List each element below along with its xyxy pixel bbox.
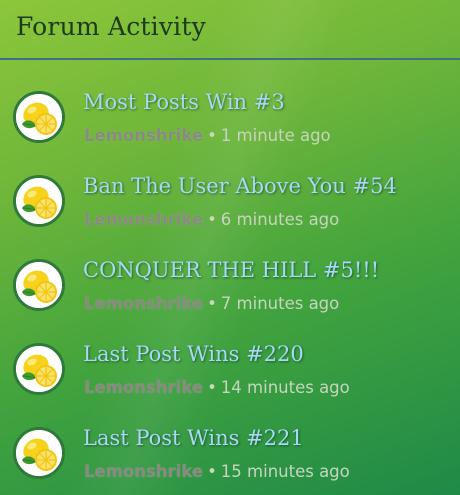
forum-activity-widget: Forum Activity Most Posts Win #3 Lemonsh… [0, 0, 460, 495]
post-meta: Lemonshrike • 15 minutes ago [84, 462, 350, 481]
lemon-icon [16, 94, 62, 140]
activity-list: Most Posts Win #3 Lemonshrike • 1 minute a… [0, 88, 460, 495]
activity-item: Last Post Wins #220 Lemonshrike • 14 minut… [0, 340, 460, 424]
user-avatar[interactable] [13, 427, 65, 479]
meta-separator: • [207, 294, 217, 313]
widget-header: Forum Activity [0, 0, 460, 60]
post-timestamp: 1 minute ago [220, 126, 331, 145]
thread-title-link[interactable]: Last Post Wins #220 [83, 342, 304, 366]
lemon-icon [16, 178, 62, 224]
post-timestamp: 7 minutes ago [220, 294, 340, 313]
username-link[interactable]: Lemonshrike [84, 462, 203, 481]
thread-title-link[interactable]: Ban The User Above You #54 [83, 174, 397, 198]
post-meta: Lemonshrike • 6 minutes ago [84, 210, 339, 229]
username-link[interactable]: Lemonshrike [84, 210, 203, 229]
activity-item: CONQUER THE HILL #5!!! Lemonshrike • 7 min… [0, 256, 460, 340]
user-avatar[interactable] [13, 343, 65, 395]
meta-separator: • [207, 126, 217, 145]
lemon-icon [16, 346, 62, 392]
activity-item: Most Posts Win #3 Lemonshrike • 1 minute a… [0, 88, 460, 172]
post-meta: Lemonshrike • 14 minutes ago [84, 378, 350, 397]
post-timestamp: 6 minutes ago [220, 210, 340, 229]
widget-title: Forum Activity [16, 12, 206, 41]
thread-title-link[interactable]: Most Posts Win #3 [83, 90, 285, 114]
activity-item: Last Post Wins #221 Lemonshrike • 15 minut… [0, 424, 460, 495]
user-avatar[interactable] [13, 91, 65, 143]
username-link[interactable]: Lemonshrike [84, 126, 203, 145]
post-meta: Lemonshrike • 7 minutes ago [84, 294, 339, 313]
username-link[interactable]: Lemonshrike [84, 378, 203, 397]
user-avatar[interactable] [13, 175, 65, 227]
user-avatar[interactable] [13, 259, 65, 311]
thread-title-link[interactable]: Last Post Wins #221 [83, 426, 304, 450]
meta-separator: • [207, 378, 217, 397]
meta-separator: • [207, 462, 217, 481]
lemon-icon [16, 262, 62, 308]
lemon-icon [16, 430, 62, 476]
username-link[interactable]: Lemonshrike [84, 294, 203, 313]
thread-title-link[interactable]: CONQUER THE HILL #5!!! [83, 258, 379, 282]
post-timestamp: 15 minutes ago [220, 462, 350, 481]
activity-item: Ban The User Above You #54 Lemonshrike • 6… [0, 172, 460, 256]
meta-separator: • [207, 210, 217, 229]
post-timestamp: 14 minutes ago [220, 378, 350, 397]
post-meta: Lemonshrike • 1 minute ago [84, 126, 331, 145]
